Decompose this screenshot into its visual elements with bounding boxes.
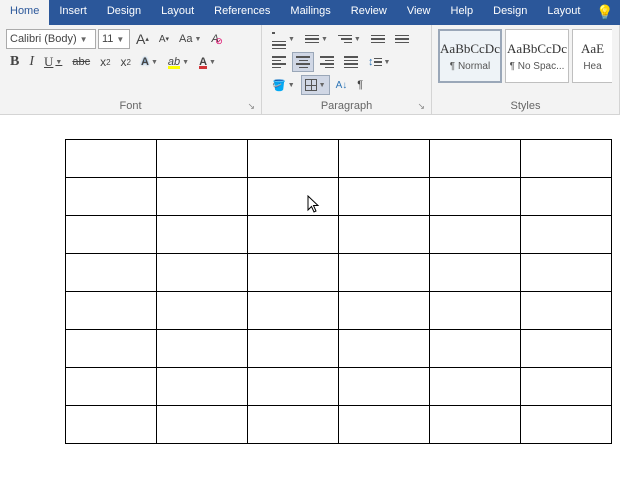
increase-indent-button[interactable] bbox=[391, 29, 413, 49]
clear-formatting-button[interactable]: A⊘ bbox=[207, 29, 222, 49]
align-left-button[interactable] bbox=[268, 52, 290, 72]
style-heading[interactable]: AaE Hea bbox=[572, 29, 612, 83]
subscript-button[interactable]: x2 bbox=[96, 52, 114, 72]
group-paragraph: ▼ ▼ ▼ ↕▼ 🪣▼ ▼ A↓ ¶ Paragraph ↘ bbox=[262, 25, 432, 114]
show-hide-button[interactable]: ¶ bbox=[353, 75, 367, 95]
table-row[interactable] bbox=[66, 254, 612, 292]
tab-table-layout[interactable]: Layout bbox=[537, 0, 590, 25]
table-row[interactable] bbox=[66, 406, 612, 444]
tell-me-icon[interactable]: 💡 bbox=[590, 0, 619, 25]
tab-table-design[interactable]: Design bbox=[483, 0, 537, 25]
table-row[interactable] bbox=[66, 330, 612, 368]
tab-review[interactable]: Review bbox=[341, 0, 397, 25]
paint-bucket-icon: 🪣 bbox=[272, 79, 286, 92]
paragraph-dialog-launcher[interactable]: ↘ bbox=[417, 101, 425, 112]
strikethrough-button[interactable]: abc bbox=[68, 52, 94, 72]
style-no-spacing[interactable]: AaBbCcDc ¶ No Spac... bbox=[505, 29, 569, 83]
grow-font-button[interactable]: A▴ bbox=[132, 29, 153, 49]
increase-indent-icon bbox=[395, 33, 409, 46]
multilevel-list-button[interactable]: ▼ bbox=[334, 29, 365, 49]
decrease-indent-button[interactable] bbox=[367, 29, 389, 49]
style-normal[interactable]: AaBbCcDc ¶ Normal bbox=[438, 29, 502, 83]
pilcrow-icon: ¶ bbox=[357, 79, 363, 91]
table-row[interactable] bbox=[66, 178, 612, 216]
tab-layout[interactable]: Layout bbox=[151, 0, 204, 25]
justify-button[interactable] bbox=[340, 52, 362, 72]
superscript-button[interactable]: x2 bbox=[117, 52, 135, 72]
change-case-button[interactable]: Aa▼ bbox=[175, 29, 205, 49]
sort-button[interactable]: A↓ bbox=[332, 75, 352, 95]
text-effects-button[interactable]: A▼ bbox=[137, 52, 162, 72]
align-right-icon bbox=[320, 54, 334, 70]
document-table[interactable] bbox=[65, 139, 612, 444]
font-dialog-launcher[interactable]: ↘ bbox=[247, 101, 255, 112]
group-styles: AaBbCcDc ¶ Normal AaBbCcDc ¶ No Spac... … bbox=[432, 25, 620, 114]
multilevel-icon bbox=[338, 33, 352, 46]
highlight-button[interactable]: ab ▼ bbox=[164, 52, 193, 72]
chevron-down-icon: ▼ bbox=[113, 35, 124, 44]
font-color-button[interactable]: A ▼ bbox=[195, 52, 220, 72]
justify-icon bbox=[344, 54, 358, 70]
group-font-label: Font bbox=[119, 100, 141, 112]
line-spacing-button[interactable]: ↕▼ bbox=[364, 52, 394, 72]
font-size-combo[interactable]: 11 ▼ bbox=[98, 29, 130, 49]
line-spacing-icon bbox=[374, 56, 382, 69]
ribbon: Calibri (Body) ▼ 11 ▼ A▴ A▾ Aa▼ A⊘ B I U… bbox=[0, 25, 620, 115]
bullets-icon bbox=[272, 27, 286, 52]
italic-button[interactable]: I bbox=[25, 52, 38, 72]
highlight-color-swatch bbox=[168, 66, 180, 69]
tab-design[interactable]: Design bbox=[97, 0, 151, 25]
shrink-font-button[interactable]: A▾ bbox=[155, 29, 173, 49]
group-paragraph-label: Paragraph bbox=[321, 100, 372, 112]
borders-button[interactable]: ▼ bbox=[301, 75, 330, 95]
chevron-down-icon: ▼ bbox=[77, 35, 88, 44]
align-center-button[interactable] bbox=[292, 52, 314, 72]
bold-button[interactable]: B bbox=[6, 52, 23, 72]
borders-icon bbox=[305, 79, 317, 91]
menu-tab-strip: Home Insert Design Layout References Mai… bbox=[0, 0, 620, 25]
table-row[interactable] bbox=[66, 140, 612, 178]
tab-home[interactable]: Home bbox=[0, 0, 49, 25]
table-row[interactable] bbox=[66, 292, 612, 330]
tab-mailings[interactable]: Mailings bbox=[280, 0, 340, 25]
numbering-button[interactable]: ▼ bbox=[301, 29, 332, 49]
table-row[interactable] bbox=[66, 368, 612, 406]
font-color-swatch bbox=[199, 66, 207, 69]
group-font: Calibri (Body) ▼ 11 ▼ A▴ A▾ Aa▼ A⊘ B I U… bbox=[0, 25, 262, 114]
decrease-indent-icon bbox=[371, 33, 385, 46]
group-styles-label: Styles bbox=[511, 100, 541, 112]
table-row[interactable] bbox=[66, 216, 612, 254]
document-canvas[interactable] bbox=[0, 115, 620, 500]
shading-button[interactable]: 🪣▼ bbox=[268, 75, 299, 95]
font-name-combo[interactable]: Calibri (Body) ▼ bbox=[6, 29, 96, 49]
numbering-icon bbox=[305, 33, 319, 46]
underline-button[interactable]: U▼ bbox=[40, 52, 66, 72]
font-name-value: Calibri (Body) bbox=[10, 33, 77, 45]
tab-view[interactable]: View bbox=[397, 0, 441, 25]
tab-references[interactable]: References bbox=[204, 0, 280, 25]
align-left-icon bbox=[272, 54, 286, 70]
bullets-button[interactable]: ▼ bbox=[268, 29, 299, 49]
font-size-value: 11 bbox=[102, 33, 113, 45]
tab-insert[interactable]: Insert bbox=[49, 0, 97, 25]
align-center-icon bbox=[296, 54, 310, 70]
align-right-button[interactable] bbox=[316, 52, 338, 72]
tab-help[interactable]: Help bbox=[441, 0, 484, 25]
